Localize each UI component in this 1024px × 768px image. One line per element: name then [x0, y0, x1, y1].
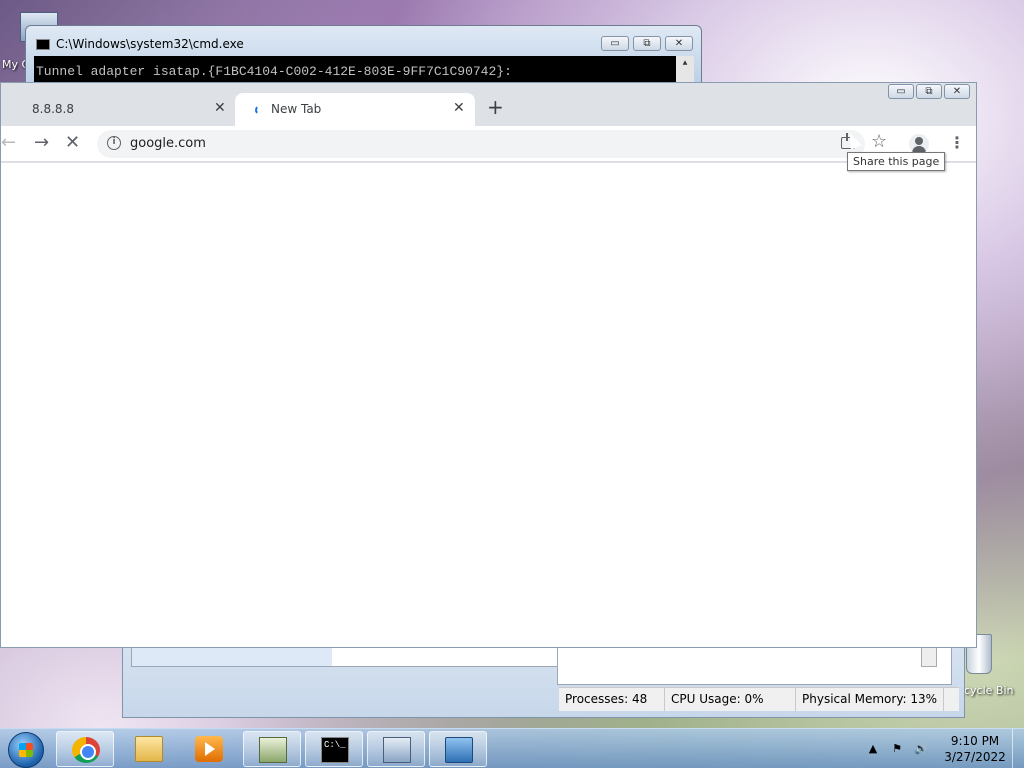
- system-tray: ▲ ⚑ 🔊: [866, 729, 928, 768]
- scrollbar[interactable]: [921, 647, 937, 667]
- time: 9:10 PM: [950, 734, 1000, 748]
- selected-row[interactable]: [132, 648, 332, 666]
- tab-new-tab[interactable]: New Tab ✕: [235, 93, 475, 126]
- physical-memory: Physical Memory: 13%: [796, 688, 945, 711]
- tab-strip: ▭ ⧉ ✕ 8.8.8.8 ✕ New Tab ✕ +: [1, 83, 976, 126]
- chrome-icon: [72, 737, 100, 763]
- folder-icon: [135, 736, 163, 762]
- tab-8-8-8-8[interactable]: 8.8.8.8 ✕: [1, 93, 233, 126]
- tab-title: New Tab: [271, 102, 322, 116]
- taskbar-cmd[interactable]: C:\_: [305, 731, 363, 767]
- desktop-icon-label: cycle Bin: [964, 684, 1014, 697]
- taskbar-control-panel[interactable]: [429, 731, 487, 767]
- task-manager-icon: [259, 737, 287, 763]
- close-tab-icon[interactable]: ✕: [453, 100, 465, 116]
- cpu-usage: CPU Usage: 0%: [665, 688, 796, 711]
- minimize-button[interactable]: ▭: [888, 84, 914, 99]
- stop-loading-button[interactable]: ✕: [65, 134, 80, 152]
- clock[interactable]: 9:10 PM 3/27/2022: [940, 733, 1010, 765]
- site-info-icon[interactable]: i: [107, 136, 121, 150]
- url-text[interactable]: google.com: [130, 136, 206, 151]
- taskbar-task-manager[interactable]: [243, 731, 301, 767]
- show-desktop-button[interactable]: [1012, 729, 1024, 768]
- close-tab-icon[interactable]: ✕: [214, 100, 226, 116]
- start-button[interactable]: [8, 732, 44, 768]
- maximize-button[interactable]: ⧉: [633, 36, 661, 51]
- forward-button[interactable]: →: [34, 134, 49, 152]
- media-player-icon: [195, 736, 223, 762]
- windows-logo-icon: [19, 743, 33, 757]
- maximize-button[interactable]: ⧉: [916, 84, 942, 99]
- taskbar-network[interactable]: [367, 731, 425, 767]
- taskbar: C:\_ ▲ ⚑ 🔊 9:10 PM 3/27/2022: [0, 728, 1024, 768]
- control-panel-icon: [445, 737, 473, 763]
- chrome-menu-icon[interactable]: ⋮: [949, 134, 965, 152]
- taskbar-chrome[interactable]: [56, 731, 114, 767]
- cmd-icon: C:\_: [321, 737, 349, 763]
- bookmark-star-icon[interactable]: ☆: [871, 133, 887, 151]
- action-center-flag-icon[interactable]: ⚑: [890, 742, 904, 756]
- new-tab-button[interactable]: +: [487, 97, 504, 117]
- show-hidden-icons-button[interactable]: ▲: [866, 742, 880, 756]
- minimize-button[interactable]: ▭: [601, 36, 629, 51]
- processes-count: Processes: 48: [559, 688, 665, 711]
- close-button[interactable]: ✕: [944, 84, 970, 99]
- volume-icon[interactable]: 🔊: [914, 742, 928, 756]
- network-icon: [383, 737, 411, 763]
- tab-title: 8.8.8.8: [32, 102, 74, 116]
- console-line: Tunnel adapter isatap.{F1BC4104-C002-412…: [36, 64, 512, 79]
- address-bar[interactable]: i google.com: [97, 130, 865, 158]
- loading-spinner-icon: [255, 105, 265, 115]
- performance-panel: [557, 647, 952, 685]
- taskbar-media-player[interactable]: [180, 731, 238, 767]
- cmd-window[interactable]: C:\Windows\system32\cmd.exe ▭ ⧉ ✕ Tunnel…: [25, 25, 702, 86]
- window-title: C:\Windows\system32\cmd.exe: [56, 37, 244, 51]
- chrome-window[interactable]: ▭ ⧉ ✕ 8.8.8.8 ✕ New Tab ✕ + ← → ✕ i goog…: [0, 82, 977, 648]
- profile-avatar-icon[interactable]: [909, 134, 929, 154]
- cmd-icon: [36, 39, 50, 50]
- back-button[interactable]: ←: [1, 134, 16, 152]
- page-content[interactable]: [1, 163, 976, 647]
- taskbar-explorer[interactable]: [120, 731, 178, 767]
- close-button[interactable]: ✕: [665, 36, 693, 51]
- scroll-up-icon[interactable]: ▲: [676, 59, 694, 68]
- status-bar: Processes: 48 CPU Usage: 0% Physical Mem…: [559, 687, 959, 711]
- date: 3/27/2022: [944, 750, 1006, 764]
- toolbar: ← → ✕ i google.com ☆ ⋮: [1, 126, 976, 162]
- share-tooltip: Share this page: [847, 152, 946, 171]
